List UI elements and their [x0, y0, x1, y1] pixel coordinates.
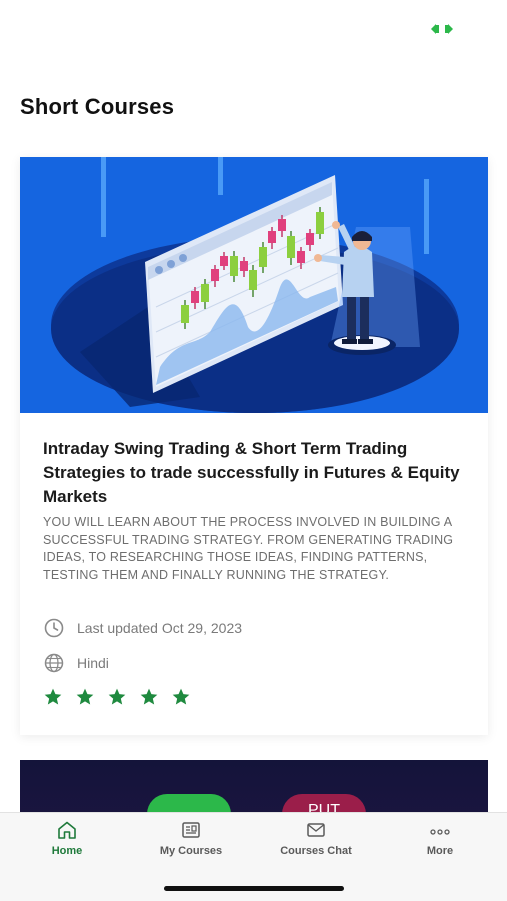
tab-label: Home	[51, 845, 83, 857]
course-title[interactable]: Intraday Swing Trading & Short Term Trad…	[43, 437, 473, 509]
tab-label: More	[426, 845, 454, 857]
star-icon	[140, 688, 158, 705]
tab-more[interactable]: More	[385, 821, 495, 857]
courses-icon	[182, 822, 200, 838]
tab-label: My Courses	[159, 845, 223, 857]
star-icon	[172, 688, 190, 705]
page-title: Short Courses	[20, 94, 175, 119]
course-description: YOU WILL LEARN ABOUT THE PROCESS INVOLVE…	[43, 515, 454, 582]
more-dots-icon	[430, 829, 450, 835]
language-row: Hindi	[43, 652, 109, 674]
language-text: Hindi	[77, 655, 109, 671]
course-card[interactable]: Intraday Swing Trading & Short Term Trad…	[20, 157, 488, 735]
home-indicator[interactable]	[164, 886, 344, 891]
expand-icon[interactable]	[428, 20, 456, 38]
tab-courses-chat[interactable]: Courses Chat	[261, 821, 371, 857]
last-updated-row: Last updated Oct 29, 2023	[43, 617, 242, 639]
clock-icon	[44, 618, 64, 638]
mail-icon	[307, 823, 325, 837]
home-icon	[58, 821, 76, 839]
tab-home[interactable]: Home	[12, 821, 122, 857]
tab-label: Courses Chat	[280, 845, 352, 857]
last-updated-text: Last updated Oct 29, 2023	[77, 620, 243, 636]
star-icon	[108, 688, 126, 705]
star-icon	[44, 688, 62, 705]
tab-my-courses[interactable]: My Courses	[136, 821, 246, 857]
course-hero-image	[20, 157, 488, 413]
globe-icon	[44, 653, 64, 673]
star-icon	[76, 688, 94, 705]
rating-stars	[43, 687, 191, 707]
